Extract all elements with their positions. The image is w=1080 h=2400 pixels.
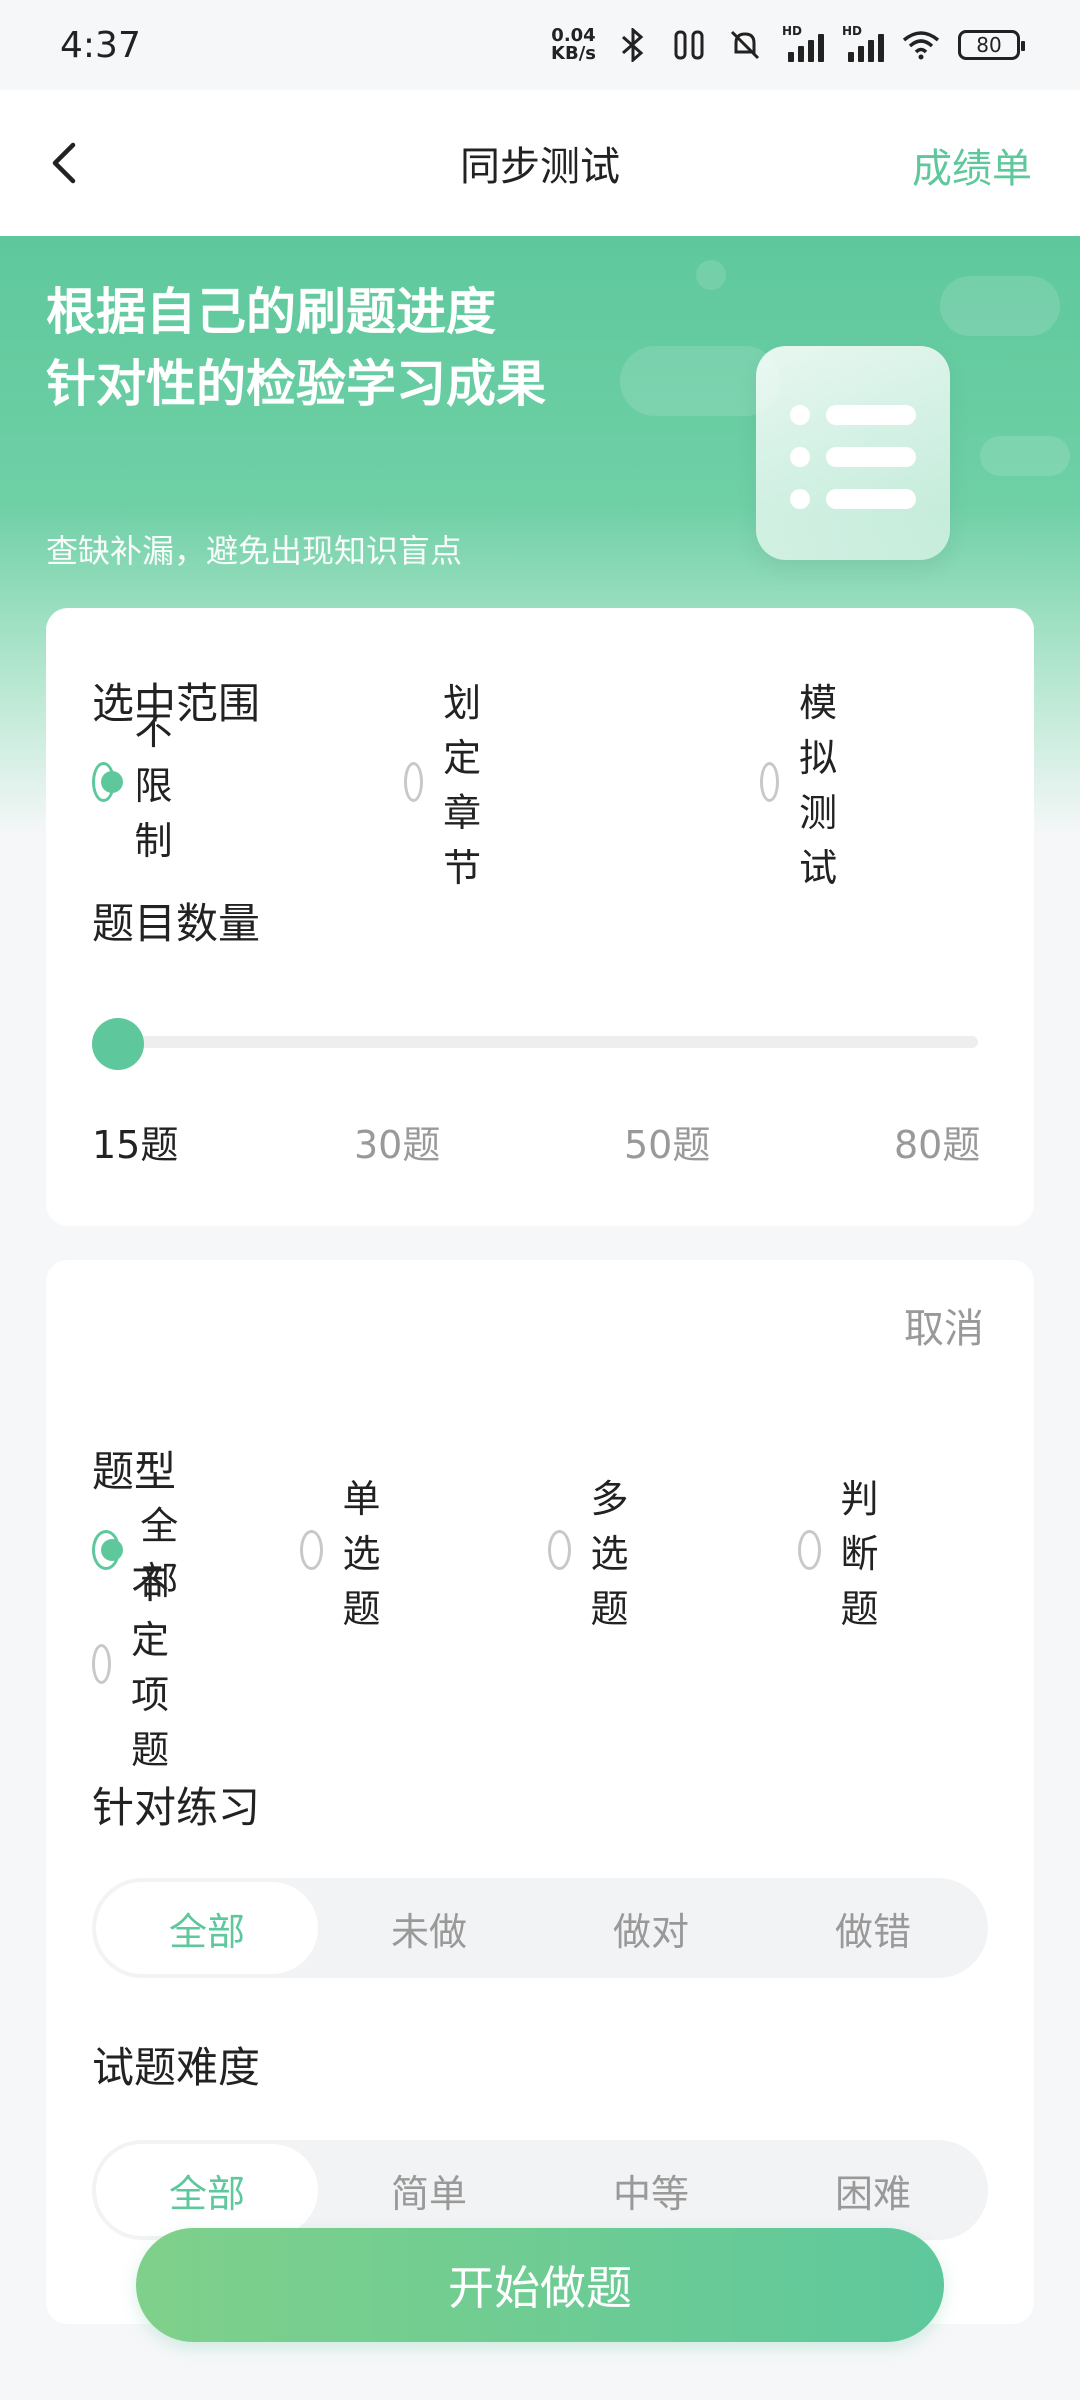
mute-bell-icon	[726, 26, 764, 64]
practice-segmented-control: 全部 未做 做对 做错	[92, 1878, 988, 1978]
radio-unchecked-icon	[404, 762, 424, 802]
difficulty-segmented-control: 全部 简单 中等 困难	[92, 2140, 988, 2240]
type-option-single-choice[interactable]: 单选题	[300, 1468, 398, 1633]
count-tick-label[interactable]: 50题	[624, 1114, 710, 1169]
radio-unchecked-icon	[300, 1530, 323, 1570]
radio-unchecked-icon	[548, 1530, 571, 1570]
difficulty-option-medium[interactable]: 中等	[540, 2144, 762, 2236]
back-button[interactable]	[30, 128, 100, 198]
type-option-label: 判断题	[840, 1476, 879, 1631]
scope-card: 选中范围 不限制 划定章节 模拟测试 题目数量 15题 30题 50题 80题	[46, 608, 1034, 1226]
banner-subtitle: 查缺补漏，避免出现知识盲点	[46, 532, 463, 570]
practice-title: 针对练习	[92, 1783, 261, 1832]
battery-icon: 80	[958, 30, 1025, 60]
signal-1-icon: HD	[782, 24, 824, 62]
net-speed: 0.04 KB/s	[551, 27, 596, 63]
earbuds-icon	[670, 26, 708, 64]
banner-line-1: 根据自己的刷题进度	[46, 283, 496, 341]
type-option-label: 多选题	[590, 1476, 629, 1631]
difficulty-option-easy[interactable]: 简单	[318, 2144, 540, 2236]
cloud-decoration	[980, 436, 1070, 476]
page-title: 同步测试	[460, 144, 620, 190]
difficulty-option-hard[interactable]: 困难	[762, 2144, 984, 2236]
bluetooth-icon	[614, 26, 652, 64]
radio-unchecked-icon	[798, 1530, 821, 1570]
difficulty-option-all[interactable]: 全部	[96, 2144, 318, 2236]
banner-line-2: 针对性的检验学习成果	[46, 355, 546, 413]
question-count-labels: 15题 30题 50题 80题	[92, 1114, 988, 1167]
status-bar: 4:37 0.04 KB/s HD HD 80	[0, 0, 1080, 90]
scope-option-label: 不限制	[134, 708, 173, 863]
radio-checked-icon	[92, 762, 123, 802]
list-document-icon	[756, 346, 950, 560]
scope-option-label: 划定章节	[443, 681, 482, 890]
radio-unchecked-icon	[760, 762, 780, 802]
type-option-label: 单选题	[342, 1476, 381, 1631]
difficulty-title: 试题难度	[92, 2043, 261, 2092]
wifi-icon	[902, 26, 940, 64]
radio-unchecked-icon	[92, 1644, 112, 1684]
count-tick-label[interactable]: 80题	[894, 1114, 980, 1169]
cloud-decoration	[940, 276, 1060, 336]
count-title: 题目数量	[92, 899, 261, 948]
nav-header: 同步测试 成绩单	[0, 90, 1080, 236]
status-icons: 0.04 KB/s HD HD 80	[551, 24, 1025, 64]
type-option-true-false[interactable]: 判断题	[798, 1468, 896, 1633]
count-tick-label[interactable]: 15题	[92, 1114, 178, 1169]
type-option-indefinite[interactable]: 不定项题	[92, 1554, 190, 1774]
chevron-left-icon	[52, 142, 76, 184]
question-type-title: 题型	[92, 1447, 177, 1496]
status-time: 4:37	[60, 24, 141, 66]
banner-headline: 根据自己的刷题进度 针对性的检验学习成果	[46, 276, 546, 420]
practice-option-correct[interactable]: 做对	[540, 1882, 762, 1974]
type-option-multiple-choice[interactable]: 多选题	[548, 1468, 646, 1633]
scope-option-chapters[interactable]: 划定章节	[404, 672, 502, 892]
filter-card: 取消 题型 全部 单选题 多选题 判断题 不定项题 针对练习 全部 未做 做对 …	[46, 1260, 1034, 2324]
circle-decoration	[696, 260, 726, 290]
net-speed-unit: KB/s	[551, 43, 596, 64]
count-tick-label[interactable]: 30题	[354, 1114, 440, 1169]
practice-option-all[interactable]: 全部	[96, 1882, 318, 1974]
practice-option-undone[interactable]: 未做	[318, 1882, 540, 1974]
signal-2-icon: HD	[842, 24, 884, 62]
type-option-label: 不定项题	[131, 1563, 170, 1772]
scope-option-mock-test[interactable]: 模拟测试	[760, 672, 858, 892]
practice-option-wrong[interactable]: 做错	[762, 1882, 984, 1974]
question-count-slider-track[interactable]	[110, 1036, 978, 1048]
scope-option-unlimited[interactable]: 不限制	[92, 700, 190, 865]
report-card-link[interactable]: 成绩单	[912, 136, 1032, 194]
question-count-slider-thumb[interactable]	[92, 1018, 144, 1070]
scope-option-label: 模拟测试	[799, 681, 838, 890]
cancel-button[interactable]: 取消	[904, 1296, 984, 1354]
start-quiz-button[interactable]: 开始做题	[136, 2228, 944, 2342]
